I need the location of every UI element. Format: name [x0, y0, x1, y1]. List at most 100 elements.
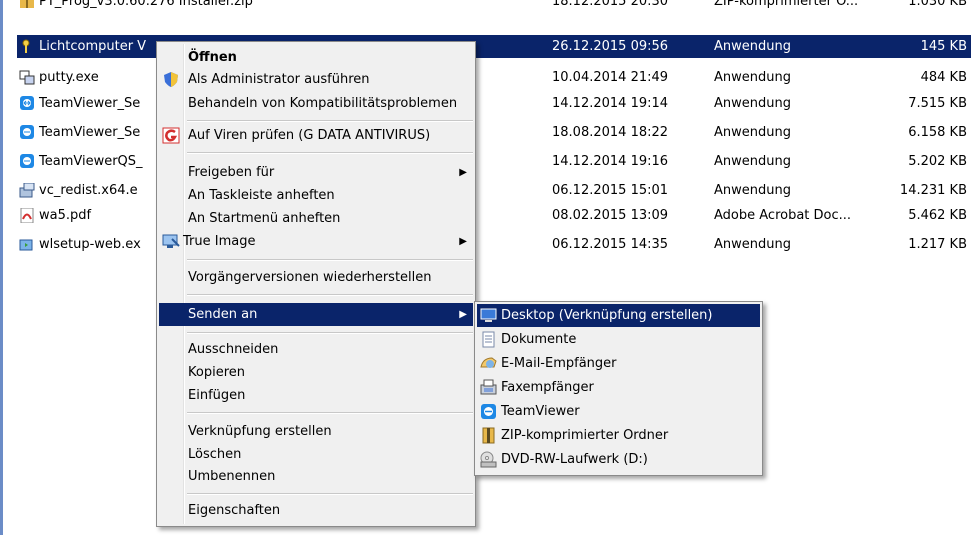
menu-item-restore-previous[interactable]: Vorgängerversionen wiederherstellen	[159, 266, 473, 289]
menu-item-label: An Startmenü anheften	[188, 211, 341, 226]
menu-item-label: DVD-RW-Laufwerk (D:)	[501, 452, 648, 467]
file-size: 484 KB	[920, 70, 967, 85]
desktop-icon	[480, 308, 497, 322]
menu-item-paste[interactable]: Einfügen	[159, 384, 473, 407]
zip-icon	[20, 0, 34, 8]
file-name: putty.exe	[39, 70, 99, 85]
menu-item-run-as-admin[interactable]: Als Administrator ausführen	[159, 68, 473, 91]
file-name: vc_redist.x64.e	[39, 183, 138, 198]
menu-separator	[187, 259, 473, 261]
menu-item-label: Vorgängerversionen wiederherstellen	[188, 270, 432, 285]
submenu-arrow-icon: ▶	[459, 236, 467, 247]
menu-item-cut[interactable]: Ausschneiden	[159, 338, 473, 361]
menu-separator	[187, 294, 473, 296]
menu-item-send-to[interactable]: Senden an ▶	[159, 303, 473, 326]
pdf-icon	[20, 208, 34, 223]
file-date: 14.12.2014 19:14	[552, 96, 669, 111]
menu-item-label: Freigeben für	[188, 165, 275, 180]
menu-separator	[187, 412, 473, 414]
true-image-icon	[162, 234, 180, 248]
menu-item-copy[interactable]: Kopieren	[159, 361, 473, 384]
menu-item-pin-start[interactable]: An Startmenü anheften	[159, 207, 473, 230]
context-menu: Öffnen Als Administrator ausführen Behan…	[156, 41, 476, 527]
menu-item-label: Kopieren	[188, 365, 245, 380]
file-date: 18.12.2015 20:30	[552, 0, 669, 9]
file-size: 6.158 KB	[908, 125, 967, 140]
file-size: 1.217 KB	[908, 237, 967, 252]
menu-item-true-image[interactable]: True Image ▶	[159, 230, 473, 253]
file-name: wa5.pdf	[39, 208, 92, 223]
submenu-arrow-icon: ▶	[459, 167, 467, 178]
send-to-documents[interactable]: Dokumente	[477, 328, 760, 351]
file-type: ZIP-komprimierter O...	[714, 0, 859, 9]
menu-item-label: Umbenennen	[188, 469, 276, 484]
file-name: TeamViewerQS_	[39, 154, 143, 169]
menu-item-label: An Taskleiste anheften	[188, 188, 335, 203]
gdata-antivirus-icon	[162, 127, 180, 144]
file-name: TeamViewer_Se	[39, 125, 141, 140]
document-icon	[482, 331, 495, 348]
file-type: Anwendung	[714, 237, 791, 252]
send-to-teamviewer[interactable]: TeamViewer	[477, 400, 760, 423]
menu-item-delete[interactable]: Löschen	[159, 443, 473, 466]
file-row[interactable]: PT_Prog_v3.0.60.276 Installer.zip 18.12.…	[17, 0, 971, 13]
menu-item-label: Senden an	[188, 307, 258, 322]
menu-item-rename[interactable]: Umbenennen	[159, 465, 473, 488]
send-to-dvd-drive[interactable]: DVD-RW-Laufwerk (D:)	[477, 448, 760, 471]
file-size: 5.202 KB	[908, 154, 967, 169]
send-to-mail-recipient[interactable]: E-Mail-Empfänger	[477, 352, 760, 375]
file-date: 26.12.2015 09:56	[552, 39, 669, 54]
file-type: Anwendung	[714, 39, 791, 54]
file-size: 14.231 KB	[899, 183, 967, 198]
file-size: 145 KB	[920, 39, 967, 54]
installer-icon	[19, 183, 35, 198]
file-name: TeamViewer_Se	[39, 96, 141, 111]
fax-icon	[480, 379, 497, 395]
menu-item-create-shortcut[interactable]: Verknüpfung erstellen	[159, 420, 473, 443]
menu-item-open[interactable]: Öffnen	[159, 46, 473, 69]
send-to-zip-folder[interactable]: ZIP-komprimierter Ordner	[477, 424, 760, 447]
menu-item-label: Desktop (Verknüpfung erstellen)	[501, 308, 713, 323]
file-type: Anwendung	[714, 154, 791, 169]
dvd-drive-icon	[480, 451, 497, 468]
menu-item-compatibility[interactable]: Behandeln von Kompatibilitätsproblemen	[159, 92, 473, 115]
menu-item-virus-scan[interactable]: Auf Viren prüfen (G DATA ANTIVIRUS)	[159, 124, 473, 147]
file-type: Adobe Acrobat Doc...	[714, 208, 852, 223]
menu-item-pin-taskbar[interactable]: An Taskleiste anheften	[159, 184, 473, 207]
menu-item-label: ZIP-komprimierter Ordner	[501, 428, 669, 443]
file-type: Anwendung	[714, 183, 791, 198]
file-size: 7.515 KB	[908, 96, 967, 111]
menu-item-label: Öffnen	[188, 50, 237, 65]
mail-icon	[480, 357, 497, 368]
send-to-desktop[interactable]: Desktop (Verknüpfung erstellen)	[477, 304, 760, 327]
menu-item-properties[interactable]: Eigenschaften	[159, 499, 473, 522]
file-date: 08.02.2015 13:09	[552, 208, 669, 223]
file-type: Anwendung	[714, 125, 791, 140]
uac-shield-icon	[164, 72, 178, 87]
send-to-fax-recipient[interactable]: Faxempfänger	[477, 376, 760, 399]
menu-item-label: True Image	[183, 234, 256, 249]
file-name: PT_Prog_v3.0.60.276 Installer.zip	[39, 0, 253, 9]
submenu-arrow-icon: ▶	[459, 309, 467, 320]
putty-icon	[19, 70, 35, 85]
teamviewer-icon	[20, 96, 34, 110]
file-name: Lichtcomputer V	[39, 39, 147, 54]
file-date: 06.12.2015 15:01	[552, 183, 669, 198]
menu-item-label: Verknüpfung erstellen	[188, 424, 332, 439]
menu-item-label: Einfügen	[188, 388, 246, 403]
teamviewer-icon	[481, 404, 496, 419]
menu-item-label: Behandeln von Kompatibilitätsproblemen	[188, 96, 458, 111]
app-key-icon	[22, 39, 30, 53]
file-type: Anwendung	[714, 96, 791, 111]
menu-item-label: Auf Viren prüfen (G DATA ANTIVIRUS)	[188, 128, 431, 143]
teamviewer-icon	[20, 154, 34, 168]
file-date: 10.04.2014 21:49	[552, 70, 669, 85]
menu-item-share[interactable]: Freigeben für ▶	[159, 161, 473, 184]
menu-item-label: Eigenschaften	[188, 503, 281, 518]
zip-folder-icon	[482, 427, 495, 444]
menu-separator	[187, 120, 473, 122]
teamviewer-icon	[20, 125, 34, 139]
file-type: Anwendung	[714, 70, 791, 85]
file-size: 5.462 KB	[908, 208, 967, 223]
file-name: wlsetup-web.ex	[39, 237, 141, 252]
